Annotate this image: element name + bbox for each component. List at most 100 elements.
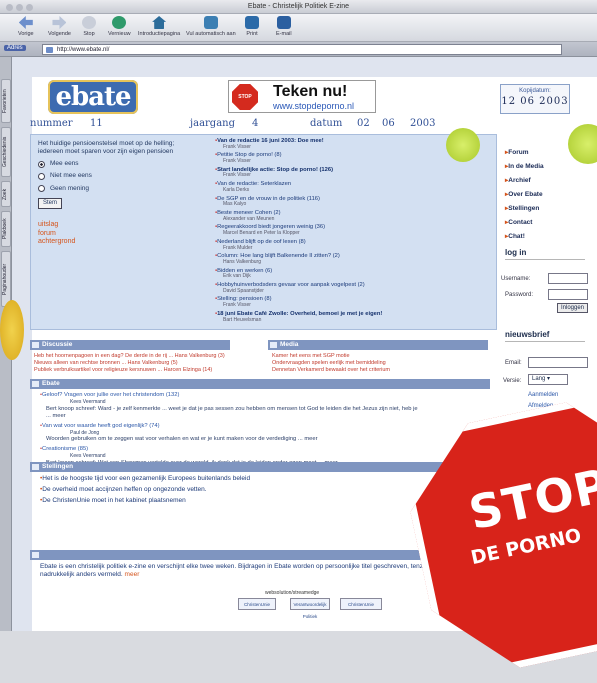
nav-archief[interactable]: Archief [505, 176, 585, 184]
footer-logo[interactable]: ChristenUnie [238, 598, 276, 610]
home-button[interactable]: Introductiepagina [138, 16, 180, 37]
radio-selected[interactable] [38, 160, 45, 168]
stelling-item[interactable]: Het is de hoogste tijd voor een gezamenl… [40, 473, 420, 484]
right-navigation: Forum In de Media Archief Over Ebate Ste… [505, 134, 585, 246]
login-button[interactable]: Inloggen [557, 303, 589, 313]
banner-url: www.stopdeporno.nl [273, 101, 355, 111]
ebate-logo[interactable]: ebate [48, 80, 138, 114]
stellingen-list: Het is de hoogste tijd voor een gezamenl… [40, 473, 420, 506]
forum-excerpt: Bert knoop schreef: Ward - je zelf kenme… [46, 405, 418, 420]
tab-paginahouder[interactable]: Paginahouder [1, 251, 11, 307]
password-input[interactable] [548, 289, 588, 300]
poll-links: uitslag forum achtergrond [38, 221, 178, 246]
news-item[interactable]: 18 juni Ebate Café Zwolle: Overheid, bem… [215, 311, 495, 323]
discussion-link[interactable]: Publiek verbruiksartikel voor religieuze… [34, 367, 264, 374]
refresh-icon [112, 16, 127, 29]
stelling-item[interactable]: De overheid moet accijnzen heffen op ong… [40, 484, 420, 495]
tab-geschiedenis[interactable]: Geschiedenis [1, 127, 11, 177]
news-list: Van de redactie 16 juni 2003: Doe mee!Fr… [215, 138, 495, 325]
discussion-link[interactable]: Heb het hoornenpagoen in een dag? De der… [34, 353, 264, 360]
radio[interactable] [38, 172, 45, 180]
footer-logo[interactable]: ChristenUnie [340, 598, 382, 610]
news-title: 18 juni Ebate Café Zwolle: Overheid, bem… [217, 310, 383, 317]
media-link[interactable]: Dennetan Verkamerd bewaakt over het crit… [272, 367, 487, 374]
nummer-value: 11 [90, 118, 103, 129]
vote-button[interactable]: Stem [38, 197, 63, 210]
stop-sign-icon: STOP [232, 84, 258, 110]
nav-stellingen[interactable]: Stellingen [505, 204, 585, 212]
news-item[interactable]: Stelling: pensioen (8)Frank Visser [215, 296, 495, 308]
poll-option-disagree[interactable]: Niet mee eens [38, 172, 178, 180]
news-item[interactable]: Bidden en werken (6)Erik van Dijk [215, 268, 495, 280]
issue-bar: nummer 11 jaargang 4 datum 02 06 2003 [30, 118, 497, 132]
tab-zoek[interactable]: Zoek [1, 181, 11, 207]
version-select[interactable]: Lang ▾ [528, 374, 568, 385]
news-item[interactable]: Start landelijke actie: Stop de porno! (… [215, 167, 495, 179]
nav-forum[interactable]: Forum [505, 148, 585, 156]
footer-logo[interactable]: Verantwoordelijk Politiek [290, 598, 330, 619]
nav-over-ebate[interactable]: Over Ebate [505, 190, 585, 198]
back-button[interactable]: Vorige [18, 16, 34, 37]
poll-link-forum[interactable]: forum [38, 230, 178, 238]
discussion-link[interactable]: Nieuws alleen van rechtse bronnen ... Ha… [34, 360, 264, 367]
print-button[interactable]: Print [245, 16, 259, 37]
stelling-item[interactable]: De ChristenUnie moet in het kabinet plaa… [40, 495, 420, 506]
datum-month: 06 [382, 118, 395, 129]
poll-option-no-opinion[interactable]: Geen mening [38, 185, 178, 193]
tab-plakboek[interactable]: Plakboek [1, 211, 11, 247]
media-links: Kamer het eens met SGP motie Ondervraagd… [272, 353, 487, 374]
forum-topic[interactable]: Creationisme (85) [40, 446, 420, 453]
browser-toolbar: Vorige Volgende Stop Vernieuw Introducti… [0, 14, 597, 42]
footer-credit[interactable]: websolution/streamedge [265, 590, 319, 596]
news-author: Frank Visser [223, 172, 251, 179]
news-item[interactable]: Hobbyhuinverbodsders gevaar voor aanpak … [215, 282, 495, 294]
radio[interactable] [38, 185, 45, 193]
datum-day: 02 [357, 118, 370, 129]
forward-button[interactable]: Volgende [48, 16, 71, 37]
about-text: Ebate is een christelijk politiek e-zine… [40, 563, 426, 579]
nav-contact[interactable]: Contact [505, 218, 585, 226]
newsletter-heading: nieuwsbrief [505, 330, 585, 342]
decorative-circle [0, 300, 24, 360]
email-button[interactable]: E-mail [276, 16, 292, 37]
news-item[interactable]: Column: Hoe lang blijft Balkenende II zi… [215, 253, 495, 265]
news-item[interactable]: Nederland blijft op de oof lexen (8)Fran… [215, 239, 495, 251]
option-aanmelden[interactable]: Aanmelden [528, 392, 558, 398]
news-item[interactable]: Regeerakkoord biedt jongeren weinig (36)… [215, 224, 495, 236]
news-item[interactable]: Beste meneer Cohen (2)Alexander van Meun… [215, 210, 495, 222]
stopdeporno-banner[interactable]: STOP Teken nu! www.stopdeporno.nl [228, 80, 376, 113]
poll-link-achtergrond[interactable]: achtergrond [38, 238, 178, 246]
stop-button[interactable]: Stop [82, 16, 96, 37]
kopij-date-label: Kopijdatum: [519, 88, 551, 94]
nav-chat[interactable]: Chat! [505, 232, 585, 240]
news-item[interactable]: Van de redactie: SeterklazenKarla Derks [215, 181, 495, 193]
poll-option-agree[interactable]: Mee eens [38, 160, 178, 168]
news-author: Karla Derks [223, 186, 250, 193]
section-discussie: Discussie [30, 340, 230, 350]
news-author: Alexander van Meunen [223, 215, 275, 222]
decorative-circle [446, 128, 480, 162]
forum-list: Geloof? Vragen voor jullie over het chri… [40, 392, 420, 469]
media-link[interactable]: Kamer het eens met SGP motie [272, 353, 487, 360]
refresh-button[interactable]: Vernieuw [108, 16, 131, 37]
autofill-icon [203, 16, 218, 29]
poll-link-uitslag[interactable]: uitslag [38, 221, 178, 229]
title-bar: Ebate - Christelijk Politiek E-zine [0, 0, 597, 14]
autofill-button[interactable]: Vul automatisch aan [186, 16, 236, 37]
username-input[interactable] [548, 273, 588, 284]
about-more-link[interactable]: meer [125, 571, 140, 578]
forum-topic[interactable]: Geloof? Vragen voor jullie over het chri… [40, 392, 420, 399]
forum-topic[interactable]: Van wat voor waarde heeft god eigenlijk?… [40, 423, 420, 430]
section-media: Media [268, 340, 488, 350]
chevron-down-icon: ▾ [547, 376, 551, 382]
news-item[interactable]: De SGP en de vrouw in de politiek (116)M… [215, 196, 495, 208]
media-link[interactable]: Ondervraagden spelen eerlijk met bemidde… [272, 360, 487, 367]
back-arrow-icon [18, 16, 33, 29]
tab-favorieten[interactable]: Favorieten [1, 79, 11, 123]
nav-in-de-media[interactable]: In de Media [505, 162, 585, 170]
news-author: Hans Valkenburg [223, 258, 261, 265]
kopij-date-value: 12 06 2003 [501, 96, 569, 107]
url-field[interactable]: http://www.ebate.nl/ [42, 44, 562, 55]
version-label: Versie: [503, 378, 522, 384]
newsletter-email-input[interactable] [528, 357, 588, 368]
